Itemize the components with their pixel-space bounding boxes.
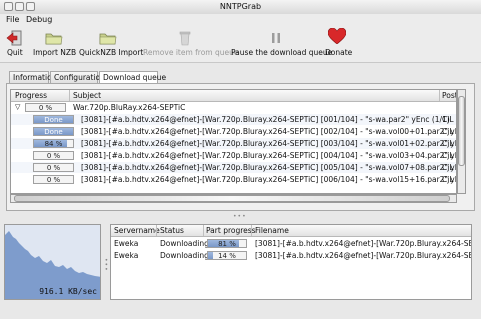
menu-debug[interactable]: Debug [26,15,52,24]
queue-row[interactable]: 0 % [3081]-[#a.b.hdtv.x264@efnet]-[War.72… [11,150,456,161]
row-poster: CjL [442,139,454,148]
horizontal-splitter-grip[interactable]: ••• [233,213,247,220]
column-subject[interactable]: Subject [73,91,101,100]
row-poster: CjL [442,175,454,184]
connection-row[interactable]: Eweka Downloading 81 % [3081]-[#a.b.hdtv.x2… [111,238,471,249]
row-poster: CjL [442,163,454,172]
column-progress[interactable]: Progress [15,91,47,100]
queue-row[interactable]: 0 % [3081]-[#a.b.hdtv.x264@efnet]-[War.72… [11,162,456,173]
row-progress-text: Done [44,116,63,124]
group-progress-bar: 0 % [25,103,66,112]
folder-icon [99,33,117,45]
column-poster[interactable]: Poste [442,91,456,100]
connection-progress-bar: 81 % [207,239,247,248]
connection-progress-text: 81 % [218,240,236,248]
connections-table[interactable]: Servername Status Part progress Filename… [110,224,472,300]
row-subject: [3081]-[#a.b.hdtv.x264@efnet]-[War.720p.… [81,139,457,148]
column-filename[interactable]: Filename [255,226,289,235]
pause-queue-label: Pause the download queue [231,48,333,57]
queue-header: Progress Subject Poste [11,90,456,102]
queue-vertical-scrollbar[interactable] [457,89,466,194]
row-subject: [3081]-[#a.b.hdtv.x264@efnet]-[War.720p.… [81,151,457,160]
row-subject: [3081]-[#a.b.hdtv.x264@efnet]-[War.720p.… [81,163,457,172]
queue-row[interactable]: 0 % [3081]-[#a.b.hdtv.x264@efnet]-[War.72… [11,174,456,185]
queue-vscroll-thumb[interactable] [458,96,465,166]
quick-nzb-import-label: QuickNZB Import [79,48,144,57]
queue-hscroll-thumb[interactable] [14,195,450,202]
row-progress-bar: Done [33,127,74,136]
vertical-splitter-grip[interactable]: ••• [102,258,109,272]
quit-button[interactable]: Quit [4,26,24,62]
group-subject: War.720p.BluRay.x264-SEPTiC [73,103,186,112]
title-bar: NNTPGrab [0,0,481,15]
download-queue-table[interactable]: Progress Subject Poste ▽ 0 % War.720p.Bl… [10,89,457,194]
remove-item-label: Remove item from queue [143,48,239,57]
row-progress-text: 0 % [46,164,61,172]
heart-icon [328,28,346,44]
expander-icon[interactable]: ▽ [15,103,20,111]
connection-progress-text: 14 % [218,252,236,260]
queue-group-row[interactable]: ▽ 0 % War.720p.BluRay.x264-SEPTiC [11,102,456,113]
window-title: NNTPGrab [219,2,262,11]
donate-label: Donate [325,48,353,57]
speed-graph: 916.1 KB/sec [4,224,101,300]
quit-label: Quit [7,48,23,57]
row-progress-bar: 0 % [33,175,74,184]
folder-icon [45,33,63,45]
connection-server: Eweka [114,251,139,260]
menu-file[interactable]: File [6,15,19,24]
remove-item-button[interactable]: Remove item from queue [143,26,238,62]
row-progress-text: Done [44,128,63,136]
row-progress-text: 84 % [44,140,63,148]
pause-icon [272,33,280,43]
group-progress-text: 0 % [38,104,53,112]
queue-row[interactable]: 84 % [3081]-[#a.b.hdtv.x264@efnet]-[War.7… [11,138,456,149]
row-subject: [3081]-[#a.b.hdtv.x264@efnet]-[War.720p.… [81,115,450,124]
quit-icon [6,30,22,46]
connection-progress-bar: 14 % [207,251,247,260]
queue-row[interactable]: Done [3081]-[#a.b.hdtv.x264@efnet]-[War.7… [11,126,456,137]
row-poster: CjL [442,127,454,136]
menu-bar: File Debug [0,14,481,26]
row-progress-text: 0 % [46,152,61,160]
connection-row[interactable]: Eweka Downloading 14 % [3081]-[#a.b.hdtv.x2… [111,250,471,261]
row-poster: CjL [442,151,454,160]
donate-button[interactable]: Donate [324,26,353,62]
import-nzb-button[interactable]: Import NZB [33,26,77,62]
connection-status: Downloading [160,251,209,260]
connection-filename: [3081]-[#a.b.hdtv.x264@efnet]-[War.720p.… [255,239,472,248]
row-subject: [3081]-[#a.b.hdtv.x264@efnet]-[War.720p.… [81,175,457,184]
quick-nzb-import-button[interactable]: QuickNZB Import [79,26,143,62]
column-servername[interactable]: Servername [114,226,160,235]
row-progress-bar: 0 % [33,163,74,172]
row-progress-bar: Done [33,115,74,124]
toolbar: Quit Import NZB QuickNZB Import Remove i… [0,26,481,63]
column-part-progress[interactable]: Part progress [206,226,256,235]
connection-filename: [3081]-[#a.b.hdtv.x264@efnet]-[War.720p.… [255,251,472,260]
trash-icon [179,31,191,46]
connection-status: Downloading [160,239,209,248]
connection-server: Eweka [114,239,139,248]
row-progress-bar: 84 % [33,139,74,148]
status-bar [0,306,481,319]
row-progress-bar: 0 % [33,151,74,160]
row-subject: [3081]-[#a.b.hdtv.x264@efnet]-[War.720p.… [81,127,457,136]
connections-header: Servername Status Part progress Filename [111,225,471,237]
row-progress-text: 0 % [46,176,61,184]
column-status[interactable]: Status [160,226,184,235]
download-speed: 916.1 KB/sec [39,287,97,296]
import-nzb-label: Import NZB [33,48,77,57]
row-poster: CjL [442,115,454,124]
pause-queue-button[interactable]: Pause the download queue [231,26,332,62]
queue-horizontal-scrollbar[interactable] [10,194,457,203]
queue-row[interactable]: Done [3081]-[#a.b.hdtv.x264@efnet]-[War.7… [11,114,456,125]
